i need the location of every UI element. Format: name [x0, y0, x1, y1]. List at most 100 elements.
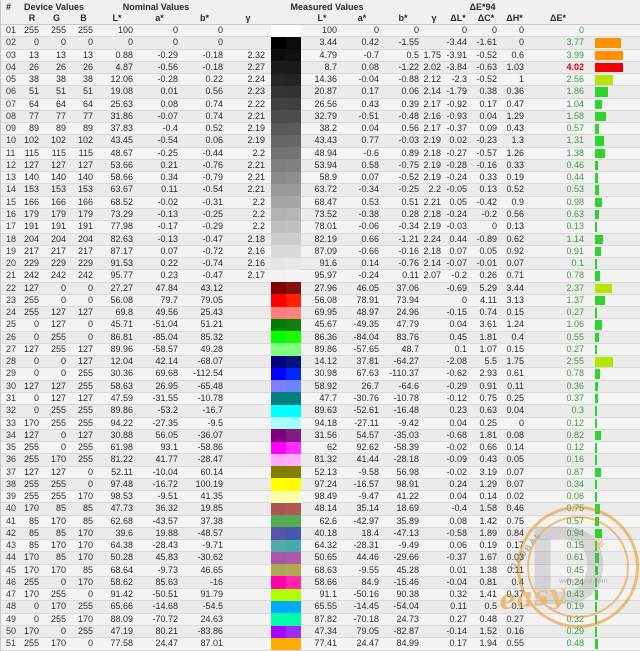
cell-delta-l: -0.92	[446, 98, 467, 109]
table-row[interactable]: 29 0 0 255 30.36 69.68 -112.54 30.98 67.63 -110.3…	[1, 367, 640, 381]
cell-delta-c: 0	[491, 221, 497, 232]
color-swatch	[269, 257, 303, 271]
table-row[interactable]: 15 166 166 166 68.52 -0.02 -0.31 2.2 68.47 0.53 0.…	[1, 196, 640, 209]
cell-device-g: 0	[60, 294, 66, 305]
cell-device-b: 77	[82, 110, 93, 121]
table-row[interactable]: 24 255 127 127 69.8 49.56 25.43 69.95 48.97 24.96…	[1, 306, 640, 320]
table-row[interactable]: 17 191 191 191 77.98 -0.17 -0.29 2.2 78.01 -0.06 -…	[1, 220, 640, 234]
color-swatch	[269, 73, 303, 87]
table-row[interactable]: 11 115 115 115 48.67 -0.25 -0.44 2.2 48.94 -0.6 0.…	[1, 147, 640, 160]
cell-measured-gamma	[423, 565, 445, 577]
table-row[interactable]: 27 127 255 127 89.96 -58.57 49.28 89.86 -57.65 48…	[1, 343, 640, 357]
delta-e-bar-cell	[588, 454, 640, 466]
cell-index: 20	[6, 258, 17, 269]
cell-device-b: 170	[77, 491, 93, 502]
table-row[interactable]: 16 179 179 179 73.29 -0.13 -0.25 2.2 73.52 -0.38 0…	[1, 208, 640, 222]
cell-delta-l: -0.14	[446, 626, 467, 637]
cell-measured-a: 37.81	[356, 356, 379, 367]
table-row[interactable]: 12 127 127 127 53.66 0.21 -0.76 2.21 53.94 0.58 -0…	[1, 159, 640, 173]
table-row[interactable]: 38 255 255 0 97.48 -16.72 100.19 97.24 -16.57 98.…	[1, 478, 640, 492]
table-row[interactable]: 25 0 127 0 45.71 -51.04 51.21 45.67 -49.35 47.79 0…	[1, 318, 640, 332]
table-row[interactable]: 36 255 170 255 81.22 41.77 -28.47 81.32 41.44 -28…	[1, 453, 640, 467]
cell-measured-b: 98.91	[396, 478, 419, 489]
cell-nominal-b: 0.74	[205, 98, 223, 109]
table-row[interactable]: 13 140 140 140 58.66 0.34 -0.79 2.21 58.9 0.07 -0.…	[1, 171, 640, 185]
table-row[interactable]: 26 0 255 0 86.81 -85.04 85.32 86.36 -84.04 83.76 0…	[1, 331, 640, 344]
table-row[interactable]: 18 204 204 204 82.63 -0.13 -0.47 2.18 82.19 0.66 -…	[1, 233, 640, 246]
table-row[interactable]: 50 170 0 255 47.19 80.21 -83.86 47.34 79.05 -82.8…	[1, 625, 640, 639]
table-row[interactable]: 49 0 255 170 88.09 -70.72 24.63 87.82 -70.18 24.7…	[1, 613, 640, 627]
table-row[interactable]: 01 255 255 255 100 0 0 100 0 0 0 0 0 0	[1, 24, 640, 38]
cell-measured-b: -28.18	[393, 454, 419, 465]
cell-measured-a: -0.51	[358, 110, 379, 121]
cell-nominal-l: 95.77	[110, 270, 133, 281]
cell-delta-h: 0.15	[506, 343, 524, 354]
swatch-measured-half	[286, 490, 301, 504]
swatch-nominal-half	[271, 613, 286, 626]
table-row[interactable]: 02 0 0 0 0 0 0 3.44 0.42 -1.55 -3.44 -1.61 0 3.77	[1, 36, 640, 50]
table-row[interactable]: 31 0 127 127 47.59 -31.55 -10.78 47.7 -30.76 -10.…	[1, 392, 640, 406]
delta-e-bar-cell	[588, 467, 640, 479]
table-row[interactable]: 32 0 255 255 89.86 -53.2 -16.7 89.63 -52.61 -16.4…	[1, 404, 640, 418]
cell-nominal-gamma	[227, 418, 269, 430]
cell-measured-gamma	[423, 344, 445, 356]
cell-delta-h: 0.46	[506, 503, 524, 514]
delta-e-bar	[595, 246, 601, 257]
cell-nominal-l: 77.58	[110, 638, 133, 649]
cell-measured-gamma	[423, 418, 445, 430]
swatch-nominal-half	[271, 159, 286, 172]
cell-nominal-gamma: 2.21	[247, 184, 265, 195]
table-row[interactable]: 40 170 85 85 47.73 36.32 19.85 48.14 35.14 18.69 -…	[1, 502, 640, 516]
cell-delta-h: 0.33	[506, 159, 524, 170]
table-row[interactable]: 37 127 127 0 52.11 -10.04 60.14 52.13 -9.58 56.98…	[1, 466, 640, 479]
swatch-measured-half	[286, 282, 301, 295]
cell-nominal-l: 100	[117, 25, 133, 35]
table-row[interactable]: 33 170 255 255 94.22 -27.35 -9.5 94.18 -27.11 -9.…	[1, 417, 640, 430]
cell-device-g: 191	[50, 221, 66, 232]
color-swatch	[269, 576, 303, 589]
color-swatch	[269, 294, 303, 307]
table-row[interactable]: 46 255 0 170 58.62 85.63 -16 58.66 84.9 -15.46 -0.…	[1, 576, 640, 590]
table-row[interactable]: 51 255 170 0 77.58 24.47 87.01 77.41 24.47 84.99 0…	[1, 637, 640, 651]
table-row[interactable]: 34 127 0 127 30.88 56.05 -36.07 31.56 54.57 -35.0…	[1, 429, 640, 443]
table-row[interactable]: 03 13 13 13 0.88 -0.29 -0.18 2.32 4.79 -0.7 0.5 1.7…	[1, 49, 640, 62]
cell-measured-gamma: 2.17	[423, 123, 441, 134]
table-row[interactable]: 20 229 229 229 91.53 0.22 -0.74 2.16 91.6 0.14 -0.…	[1, 257, 640, 271]
table-row[interactable]: 07 64 64 64 25.63 0.08 0.74 2.22 26.56 0.43 0.39 2.…	[1, 98, 640, 111]
table-row[interactable]: 42 85 85 170 39.6 19.88 -48.57 40.18 18.4 -47.13 -…	[1, 527, 640, 541]
cell-delta-c: 1.38	[479, 564, 497, 575]
color-swatch	[269, 49, 303, 62]
table-row[interactable]: 35 255 0 255 61.98 93.1 -58.86 62 92.62 -58.39 -0.…	[1, 441, 640, 455]
table-row[interactable]: 28 0 0 127 12.04 42.14 -68.07 14.12 37.81 -64.27 -…	[1, 355, 640, 369]
table-row[interactable]: 45 170 170 85 68.64 -9.73 46.65 68.63 -9.55 45.28…	[1, 564, 640, 577]
table-row[interactable]: 30 127 127 255 58.63 26.95 -65.48 58.92 26.7 -64.…	[1, 380, 640, 393]
cell-measured-a: 0.42	[361, 37, 379, 48]
table-row[interactable]: 41 85 170 85 62.68 -43.57 37.38 62.6 -42.97 35.89…	[1, 515, 640, 528]
table-row[interactable]: 08 77 77 77 31.86 -0.07 0.74 2.21 32.79 -0.51 -0.4…	[1, 110, 640, 124]
cell-measured-l: 69.95	[314, 307, 337, 318]
cell-measured-a: -9.55	[358, 564, 379, 575]
cell-nominal-b: -10.78	[197, 392, 223, 403]
cell-measured-l: 32.79	[314, 110, 337, 121]
table-row[interactable]: 14 153 153 153 63.67 0.11 -0.54 2.21 63.72 -0.34 -…	[1, 183, 640, 197]
table-row[interactable]: 22 127 0 0 27.27 47.84 43.12 27.96 46.05 37.06 -0.…	[1, 282, 640, 295]
table-row[interactable]: 10 102 102 102 43.45 -0.54 0.06 2.19 43.43 0.77 -0…	[1, 134, 640, 148]
table-row[interactable]: 19 217 217 217 87.17 0.07 -0.72 2.16 87.09 -0.66 -…	[1, 245, 640, 259]
table-row[interactable]: 04 26 26 26 4.87 -0.56 -0.18 2.27 8.7 0.08 -1.22 2.…	[1, 61, 640, 75]
table-row[interactable]: 39 255 255 170 98.53 -9.51 41.35 98.49 -9.47 41.2…	[1, 490, 640, 504]
table-row[interactable]: 43 85 170 170 64.38 -28.43 -9.71 64.32 -28.31 -9.…	[1, 539, 640, 553]
cell-nominal-a: -58.57	[152, 343, 178, 354]
table-row[interactable]: 05 38 38 38 12.06 -0.28 0.22 2.24 14.36 -0.04 -0.8…	[1, 73, 640, 87]
table-row[interactable]: 47 170 255 0 91.42 -50.51 91.79 91.1 -50.16 90.38…	[1, 588, 640, 602]
table-row[interactable]: 09 89 89 89 37.83 -0.4 0.52 2.19 38.2 0.04 0.56 2.1…	[1, 122, 640, 136]
cell-delta-e: 0.87	[566, 466, 584, 477]
delta-e-bar-cell	[588, 589, 640, 601]
table-row[interactable]: 21 242 242 242 95.77 0.23 -0.47 2.17 95.97 -0.24 0…	[1, 269, 640, 283]
table-row[interactable]: 23 255 0 0 56.08 79.7 79.05 56.08 78.91 73.94 0 4.1…	[1, 294, 640, 308]
table-row[interactable]: 48 0 170 255 65.66 -14.68 -54.5 65.55 -14.45 -54.…	[1, 600, 640, 614]
cell-device-b: 140	[77, 172, 93, 183]
table-row[interactable]: 06 51 51 51 19.08 0.01 0.56 2.23 20.87 0.17 0.06 2.…	[1, 85, 640, 99]
cell-measured-b: -0.48	[398, 110, 419, 121]
swatch-measured-half	[286, 147, 301, 160]
table-row[interactable]: 44 170 85 170 50.28 45.83 -30.62 50.65 44.46 -29.…	[1, 551, 640, 565]
